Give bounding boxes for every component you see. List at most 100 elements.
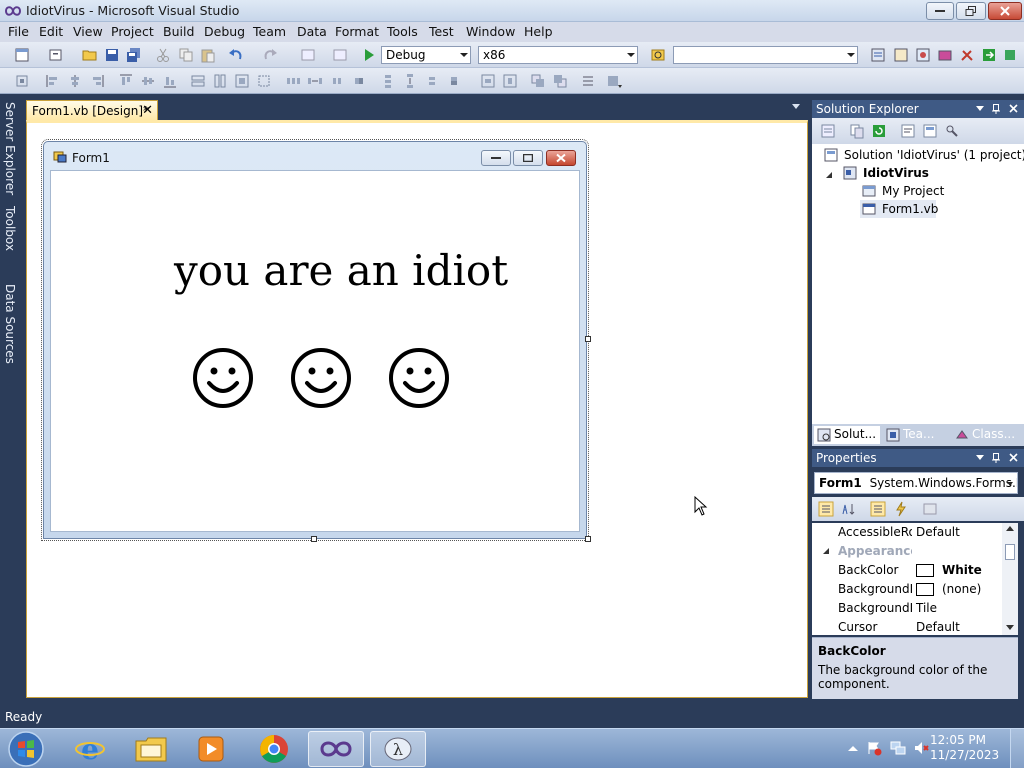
find-combo[interactable] [673,46,858,64]
menu-tools[interactable]: Tools [387,24,418,39]
property-row[interactable]: AccessibleRol Default [812,523,1002,542]
taskbar-app[interactable]: λ [370,731,426,767]
smiley-face-icon[interactable] [290,347,352,409]
tab-class-view[interactable]: Class... [952,426,1019,444]
menu-data[interactable]: Data [297,24,327,39]
tab-server-explorer[interactable]: Server Explorer [1,102,17,195]
property-row[interactable]: BackgroundIr (none) [812,580,1002,599]
menu-team[interactable]: Team [253,24,286,39]
view-designer-icon[interactable] [922,123,938,139]
close-button[interactable] [988,2,1022,20]
taskbar-file-explorer[interactable] [123,731,179,767]
tree-solution[interactable]: Solution 'IdiotVirus' (1 project) [844,148,1024,162]
property-pages-icon[interactable] [922,501,938,517]
increase-vertical-spacing-icon[interactable] [402,73,418,89]
tools-icon[interactable] [959,47,975,63]
properties-view-icon[interactable] [870,501,886,517]
start-page-icon[interactable] [981,47,997,63]
remove-vertical-spacing-icon[interactable] [446,73,462,89]
form-close-button[interactable] [546,150,576,166]
events-lightning-icon[interactable] [893,501,909,517]
make-same-height-icon[interactable] [212,73,228,89]
horizontal-spacing-icon[interactable] [285,73,301,89]
save-all-icon[interactable] [126,47,142,63]
tree-form1-vb[interactable]: Form1.vb [882,202,938,216]
redo-icon[interactable] [262,47,278,63]
make-same-size-icon[interactable] [234,73,250,89]
taskbar-visual-studio[interactable] [308,731,364,767]
navigate-backward-icon[interactable] [300,47,316,63]
find-in-files-icon[interactable] [650,47,666,63]
decrease-horizontal-spacing-icon[interactable] [329,73,345,89]
refresh-icon[interactable] [871,123,887,139]
form-maximize-button[interactable] [513,150,543,166]
paste-icon[interactable] [200,47,216,63]
scroll-up-icon[interactable] [1006,526,1014,532]
tree-my-project[interactable]: My Project [882,184,944,198]
size-to-grid-icon[interactable] [256,73,272,89]
property-category-row[interactable]: Appearance [812,542,1002,561]
class-diagram-icon[interactable] [944,123,960,139]
property-row[interactable]: Cursor Default [812,618,1002,637]
undo-icon[interactable] [228,47,244,63]
menu-window[interactable]: Window [466,24,515,39]
extension-icon[interactable] [1002,47,1018,63]
volume-muted-icon[interactable] [913,740,929,756]
close-tab-icon[interactable]: ✕ [142,103,153,118]
menu-test[interactable]: Test [429,24,454,39]
panel-menu-icon[interactable] [976,106,984,111]
taskbar-internet-explorer[interactable]: e [62,731,118,767]
pin-icon[interactable] [992,453,1000,463]
save-icon[interactable] [104,47,120,63]
tab-toolbox[interactable]: Toolbox [1,206,17,251]
navigate-forward-icon[interactable] [332,47,348,63]
action-center-icon[interactable] [866,740,882,756]
active-files-dropdown-icon[interactable] [792,104,800,109]
new-project-icon[interactable] [14,47,30,63]
restore-button[interactable] [956,2,986,20]
categorized-icon[interactable] [818,501,834,517]
form-label[interactable]: you are an idiot [174,246,508,295]
increase-horizontal-spacing-icon[interactable] [307,73,323,89]
solution-configuration-select[interactable]: Debug [381,46,471,64]
form-minimize-button[interactable] [481,150,511,166]
collapse-arrow-icon[interactable] [822,547,830,555]
tab-order-icon[interactable] [580,73,596,89]
properties-window-icon[interactable] [893,47,909,63]
cut-icon[interactable] [155,47,171,63]
property-row[interactable]: BackgroundIr Tile [812,599,1002,618]
solution-platform-select[interactable]: x86 [478,46,638,64]
properties-icon[interactable] [820,123,836,139]
object-browser-icon[interactable] [915,47,931,63]
bring-to-front-icon[interactable] [530,73,546,89]
vertical-spacing-icon[interactable] [380,73,396,89]
menu-view[interactable]: View [73,24,103,39]
menu-debug[interactable]: Debug [204,24,245,39]
copy-icon[interactable] [178,47,194,63]
property-grid-scrollbar[interactable] [1002,523,1018,635]
menu-help[interactable]: Help [524,24,553,39]
menu-project[interactable]: Project [111,24,154,39]
align-lefts-icon[interactable] [45,73,61,89]
align-middles-icon[interactable] [140,73,156,89]
collapse-arrow-icon[interactable] [822,168,836,182]
minimize-button[interactable] [926,2,954,20]
center-horizontally-icon[interactable] [480,73,496,89]
align-bottoms-icon[interactable] [162,73,178,89]
taskbar-media-player[interactable] [183,731,239,767]
close-icon[interactable] [1009,453,1018,462]
view-code-icon[interactable] [900,123,916,139]
remove-horizontal-spacing-icon[interactable] [351,73,367,89]
scrollbar-thumb[interactable] [1005,544,1015,560]
network-icon[interactable] [890,740,906,756]
align-rights-icon[interactable] [89,73,105,89]
toolbar-options-icon[interactable] [606,73,622,89]
tree-project[interactable]: IdiotVirus [863,166,929,180]
close-icon[interactable] [1009,104,1018,113]
resize-handle-bottom[interactable] [311,536,317,542]
smiley-face-icon[interactable] [192,347,254,409]
taskbar-chrome[interactable] [246,731,302,767]
smiley-face-icon[interactable] [388,347,450,409]
menu-file[interactable]: File [8,24,29,39]
pin-icon[interactable] [992,104,1000,114]
